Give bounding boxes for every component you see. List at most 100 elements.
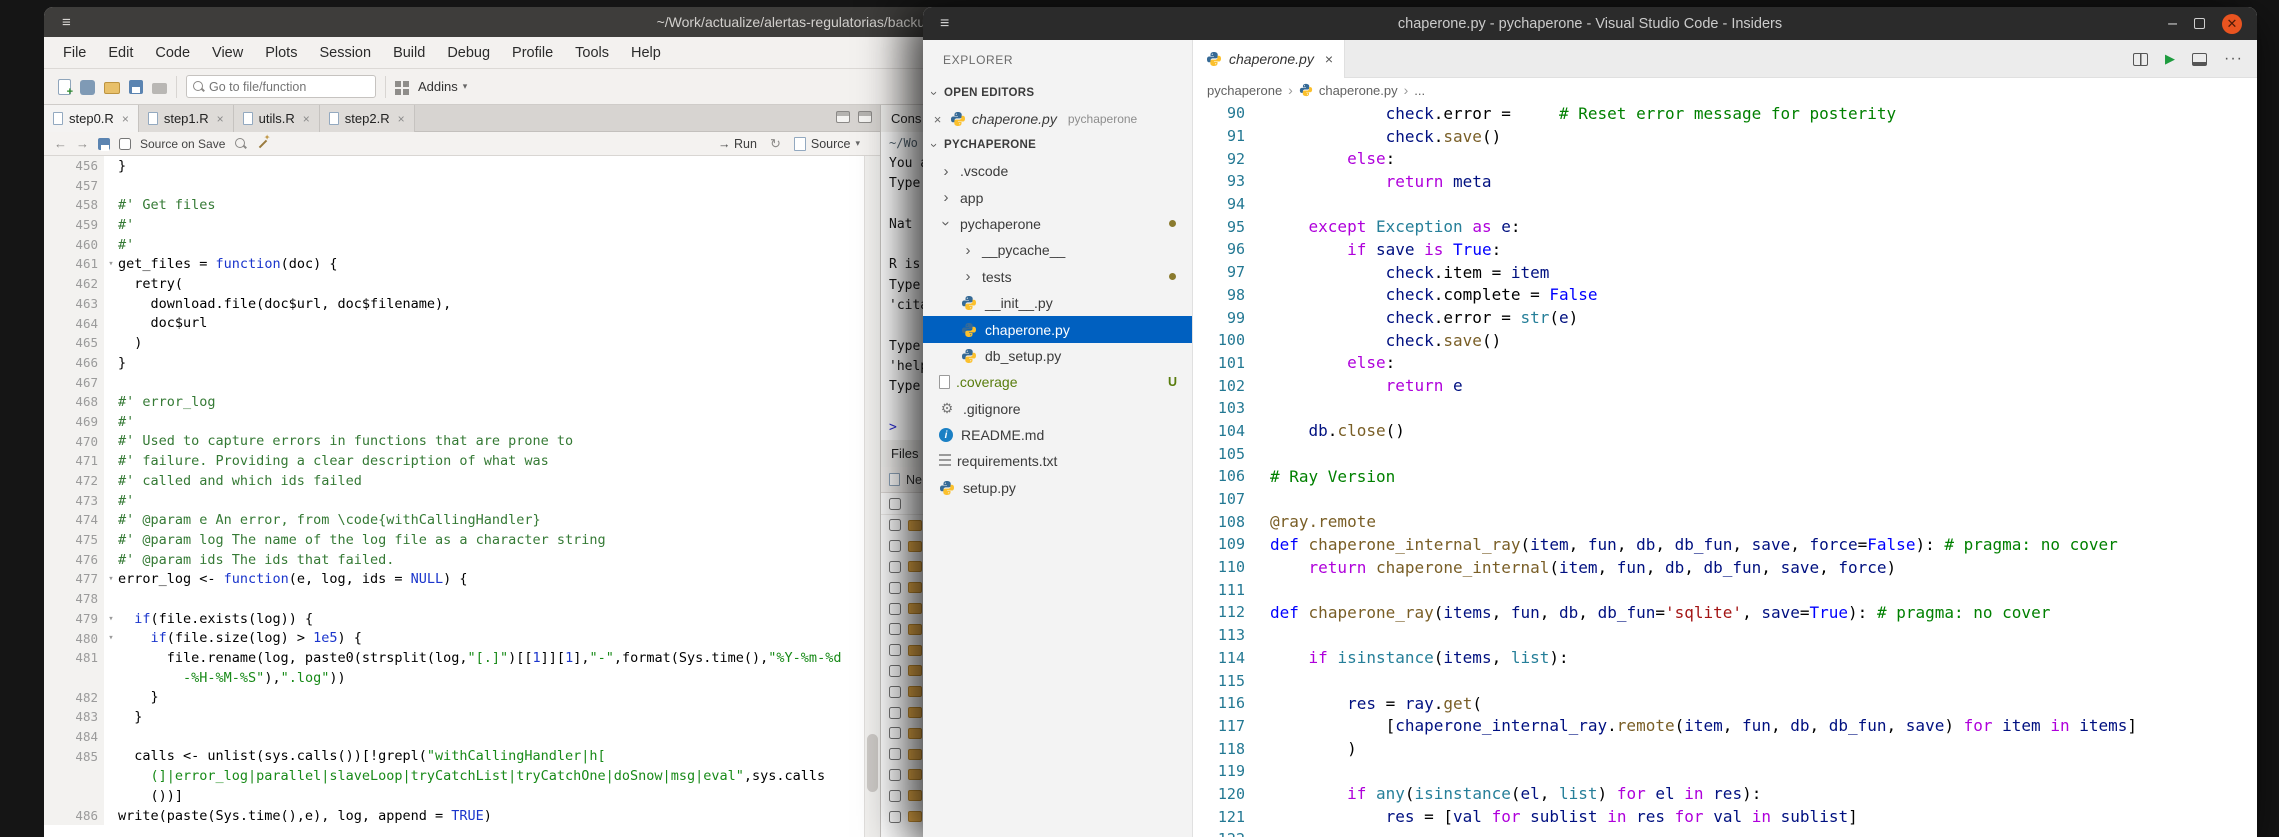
breadcrumb-item[interactable]: ... — [1414, 83, 1425, 98]
source-tab-step2.R[interactable]: step2.R × — [319, 105, 415, 132]
new-project-icon[interactable] — [80, 79, 95, 95]
run-icon[interactable]: ▶ — [2165, 51, 2175, 67]
menu-code[interactable]: Code — [144, 45, 201, 61]
tree-item-db_setup.py[interactable]: db_setup.py — [923, 343, 1192, 369]
source-button[interactable]: Source ▾ — [793, 136, 860, 151]
new-file-icon[interactable] — [889, 473, 900, 486]
menu-plots[interactable]: Plots — [254, 45, 308, 61]
menu-file[interactable]: File — [52, 45, 97, 61]
source-tab-utils.R[interactable]: utils.R × — [233, 105, 320, 132]
r-code-editor[interactable]: 456} 457 458 #' Get files 459 #' 460 #' 461 ▾ get_… — [44, 156, 864, 837]
new-button-label[interactable]: Ne — [906, 473, 922, 487]
breadcrumb[interactable]: pychaperone › chaperone.py ›... — [1193, 78, 2257, 102]
more-actions-icon[interactable]: ··· — [2224, 50, 2243, 68]
file-checkbox[interactable] — [889, 706, 901, 719]
hamburger-menu-icon[interactable]: ≡ — [940, 15, 949, 33]
file-checkbox[interactable] — [889, 540, 901, 553]
project-section-header[interactable]: › PYCHAPERONE — [923, 132, 1192, 158]
close-icon[interactable]: ✕ — [2222, 13, 2242, 34]
tree-item-.vscode[interactable]: › .vscode — [923, 158, 1192, 184]
new-file-icon[interactable] — [58, 78, 73, 98]
code-line: 472 #' called and which ids failed — [44, 471, 864, 491]
close-icon[interactable]: × — [1325, 51, 1333, 67]
file-checkbox[interactable] — [889, 810, 901, 823]
close-icon[interactable]: × — [122, 112, 129, 126]
menu-session[interactable]: Session — [308, 45, 382, 61]
file-checkbox[interactable] — [889, 789, 901, 802]
maximize-icon[interactable] — [2194, 18, 2205, 29]
select-all-checkbox[interactable] — [889, 497, 901, 510]
tree-item-.coverage[interactable]: .coverage U — [923, 369, 1192, 395]
rerun-icon[interactable]: ↻ — [770, 136, 781, 152]
breadcrumb-item[interactable]: pychaperone — [1207, 83, 1282, 98]
layout-icon[interactable] — [2192, 52, 2208, 66]
panes-grid-icon[interactable] — [395, 80, 409, 95]
file-checkbox[interactable] — [889, 748, 901, 761]
file-checkbox[interactable] — [889, 664, 901, 677]
hamburger-menu-icon[interactable]: ≡ — [62, 14, 71, 31]
minimize-pane-icon[interactable] — [836, 111, 850, 123]
file-checkbox[interactable] — [889, 685, 901, 698]
file-checkbox[interactable] — [889, 581, 901, 594]
menu-edit[interactable]: Edit — [97, 45, 144, 61]
maximize-pane-icon[interactable] — [858, 111, 872, 123]
addins-dropdown[interactable]: Addins ▾ — [418, 79, 467, 94]
tree-item-README.md[interactable]: i README.md — [923, 422, 1192, 448]
python-code-editor[interactable]: 90 check.error = # Reset error message f… — [1193, 102, 2257, 837]
r-file-icon — [242, 112, 253, 125]
fold-arrow-icon[interactable]: ▾ — [104, 614, 118, 624]
save-icon[interactable] — [98, 138, 110, 151]
source-tab-step1.R[interactable]: step1.R × — [138, 105, 234, 132]
file-checkbox[interactable] — [889, 560, 901, 573]
menu-view[interactable]: View — [201, 45, 254, 61]
file-checkbox[interactable] — [889, 727, 901, 740]
code-tools-icon[interactable] — [256, 133, 271, 150]
tree-item-setup.py[interactable]: setup.py — [923, 475, 1192, 501]
fold-arrow-icon[interactable]: ▾ — [104, 633, 118, 643]
menu-build[interactable]: Build — [382, 45, 436, 61]
tree-item-tests[interactable]: › tests — [923, 264, 1192, 290]
fold-arrow-icon[interactable]: ▾ — [104, 574, 118, 584]
save-icon[interactable] — [129, 80, 143, 94]
file-checkbox[interactable] — [889, 623, 901, 636]
print-icon[interactable] — [152, 82, 167, 94]
file-checkbox[interactable] — [889, 644, 901, 657]
editor-scrollbar[interactable] — [864, 156, 880, 837]
split-editor-icon[interactable] — [2133, 52, 2149, 66]
open-editors-header[interactable]: › OPEN EDITORS — [923, 80, 1192, 106]
line-number: 97 — [1226, 263, 1245, 282]
close-icon[interactable]: × — [398, 112, 405, 126]
file-checkbox[interactable] — [889, 602, 901, 615]
tree-item-requirements.txt[interactable]: requirements.txt — [923, 448, 1192, 474]
close-icon[interactable]: × — [303, 112, 310, 126]
goto-file-input[interactable] — [209, 79, 359, 94]
breadcrumb-item[interactable]: chaperone.py — [1319, 83, 1398, 98]
back-icon[interactable]: ← — [54, 136, 67, 151]
tree-item-app[interactable]: › app — [923, 184, 1192, 210]
menu-debug[interactable]: Debug — [436, 45, 501, 61]
open-folder-icon[interactable] — [104, 82, 120, 94]
source-tab-step0.R[interactable]: step0.R × — [44, 105, 139, 132]
tree-item-__pycache__[interactable]: › __pycache__ — [923, 237, 1192, 263]
tree-item-.gitignore[interactable]: ⚙ .gitignore — [923, 396, 1192, 422]
close-icon[interactable]: × — [931, 112, 944, 127]
editor-tab-chaperone[interactable]: chaperone.py × — [1193, 40, 1346, 78]
tree-item-pychaperone[interactable]: › pychaperone — [923, 211, 1192, 237]
file-checkbox[interactable] — [889, 768, 901, 781]
file-checkbox[interactable] — [889, 519, 901, 532]
forward-icon[interactable]: → — [76, 136, 89, 151]
close-icon[interactable]: × — [217, 112, 224, 126]
goto-file-search[interactable] — [186, 75, 376, 98]
fold-arrow-icon[interactable]: ▾ — [104, 259, 118, 269]
open-editor-item[interactable]: × chaperone.py pychaperone — [923, 106, 1192, 132]
menu-tools[interactable]: Tools — [564, 45, 620, 61]
menu-profile[interactable]: Profile — [501, 45, 564, 61]
source-on-save-checkbox[interactable] — [119, 137, 131, 150]
menu-help[interactable]: Help — [620, 45, 672, 61]
scrollbar-thumb[interactable] — [867, 734, 878, 792]
run-button[interactable]: → Run — [718, 137, 757, 151]
find-icon[interactable] — [234, 137, 247, 150]
tree-item-chaperone.py[interactable]: chaperone.py — [923, 316, 1192, 343]
tree-item-__init__.py[interactable]: __init__.py — [923, 290, 1192, 316]
minimize-icon[interactable]: – — [2168, 15, 2177, 31]
